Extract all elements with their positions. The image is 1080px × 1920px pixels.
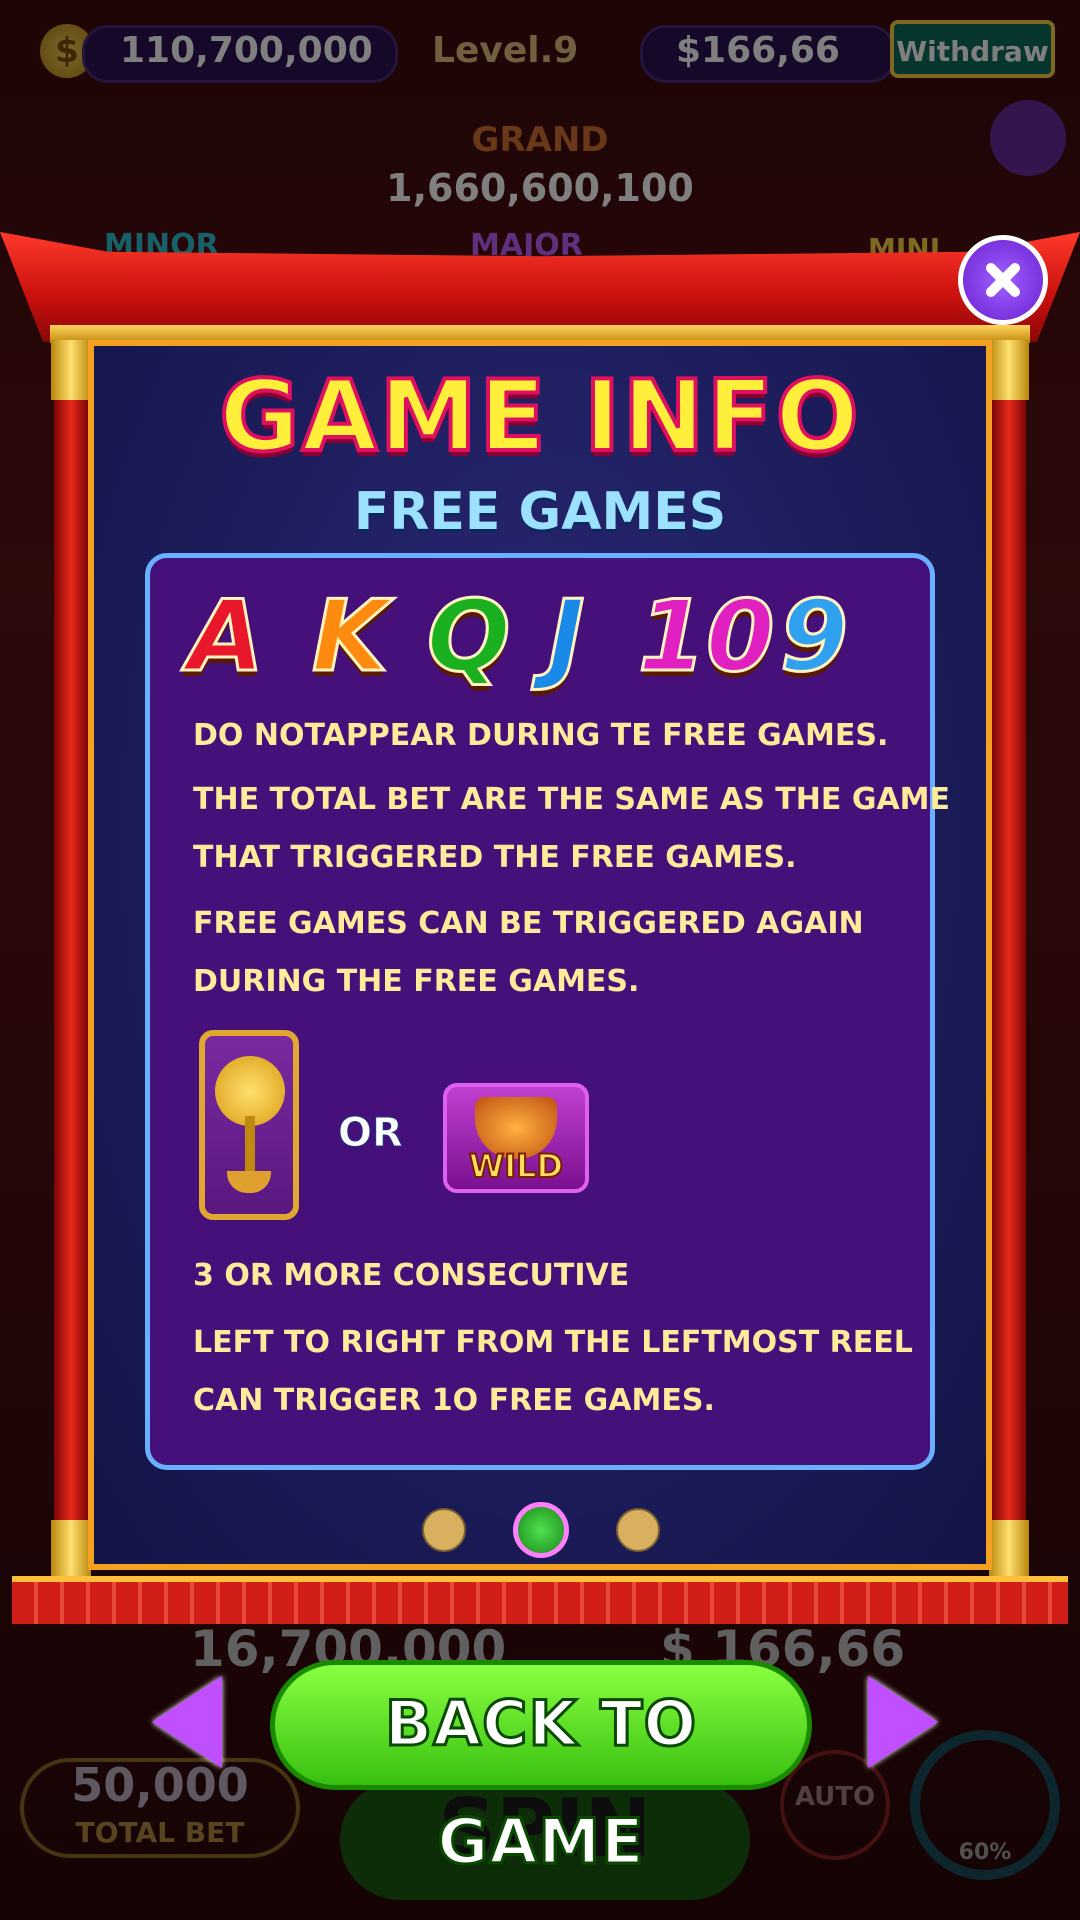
info-line: CAN TRIGGER 1O FREE GAMES. [193,1383,715,1418]
info-line: LEFT TO RIGHT FROM THE LEFTMOST REEL [193,1325,913,1360]
symbol-10: 10 [636,579,775,696]
info-line: DO NOTAPPEAR DURING TE FREE GAMES. [193,718,889,753]
symbol-k: K [311,579,390,696]
page-dot-2-active[interactable] [513,1502,569,1558]
symbol-a: A [187,579,266,696]
or-label: OR [338,1110,404,1157]
page-dot-3[interactable] [616,1508,660,1552]
info-line: 3 OR MORE CONSECUTIVE [193,1258,630,1293]
wild-label: WILD [468,1146,564,1186]
modal-title: GAME INFO [217,358,861,476]
modal-subtitle: FREE GAMES [353,482,727,542]
info-line: THAT TRIGGERED THE FREE GAMES. [193,840,797,875]
symbol-9: 9 [778,579,849,696]
close-button[interactable] [958,235,1048,325]
info-line: THE TOTAL BET ARE THE SAME AS THE GAME [193,782,951,817]
pillar-base [989,1520,1029,1580]
pillar-base [51,1520,91,1580]
prev-page-arrow-icon[interactable] [152,1676,222,1768]
info-line: DURING THE FREE GAMES. [193,964,640,999]
back-to-game-button[interactable]: BACK TO GAME [270,1660,812,1880]
next-page-arrow-icon[interactable] [868,1676,938,1768]
symbol-j: J [546,579,586,696]
page-dot-1[interactable] [422,1508,466,1552]
money-tree-scatter-icon [199,1030,299,1220]
info-line: FREE GAMES CAN BE TRIGGERED AGAIN [193,906,864,941]
pagoda-base [12,1576,1068,1624]
wild-pot-icon: WILD [443,1083,589,1193]
symbol-q: Q [425,579,511,696]
